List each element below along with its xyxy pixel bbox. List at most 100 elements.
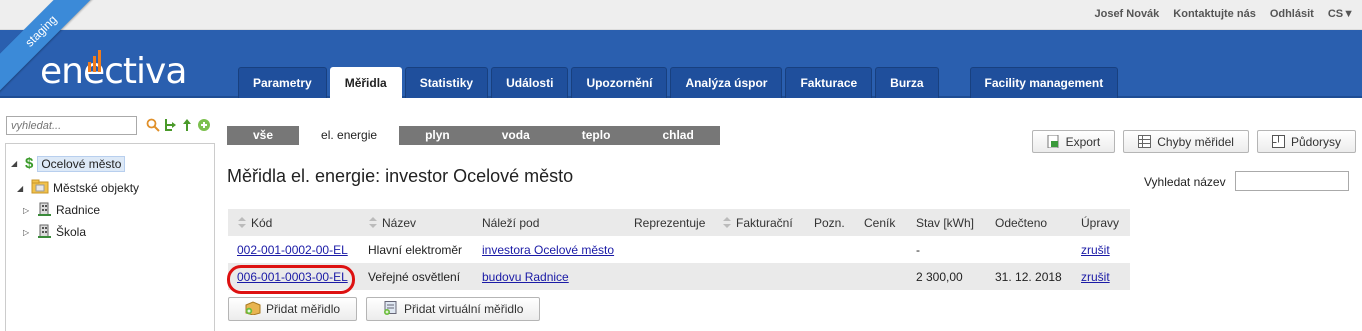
cell-parent: budovu Radnice (473, 263, 625, 290)
collapse-tree-icon[interactable] (180, 118, 194, 132)
top-links: Josef Novák Kontaktujte nás Odhlásit CS▼ (1094, 8, 1354, 20)
tab-fakturace[interactable]: Fakturace (785, 67, 873, 98)
add-virtual-meter-label: Přidat virtuální měřidlo (404, 302, 524, 316)
tree-node-mestske-objekty[interactable]: ◢ Městské objekty (17, 179, 139, 197)
building-icon (37, 223, 52, 241)
col-represents: Reprezentuje (625, 209, 713, 236)
action-buttons: Export Chyby měřidel Půdorysy (1031, 130, 1356, 153)
col-read-date: Odečteno (986, 209, 1072, 236)
meter-errors-button[interactable]: Chyby měřidel (1123, 130, 1249, 153)
expand-tree-icon[interactable] (163, 118, 177, 132)
contact-link[interactable]: Kontaktujte nás (1173, 8, 1256, 20)
tab-burza[interactable]: Burza (875, 67, 939, 98)
cell-edit: zrušit (1072, 263, 1130, 290)
cell-code: 002-001-0002-00-EL (228, 236, 359, 263)
cell-parent: investora Ocelové město (473, 236, 625, 263)
table-footer-buttons: Přidat měřidlo Přidat virtuální měřidlo (228, 297, 541, 321)
meter-code-link[interactable]: 006-001-0003-00-EL (237, 270, 348, 284)
logo-bars-icon (88, 42, 106, 72)
search-icon[interactable] (146, 118, 160, 132)
col-name[interactable]: Název (359, 209, 473, 236)
folder-icon (31, 179, 49, 197)
tree-node-label[interactable]: Městské objekty (53, 181, 139, 195)
sort-icon[interactable] (722, 216, 732, 228)
enectiva-logo[interactable]: enectiva (40, 51, 187, 92)
parent-link[interactable]: investora Ocelové město (482, 243, 614, 257)
cancel-meter-link[interactable]: zrušit (1081, 270, 1110, 284)
object-tree: ◢ $ Ocelové město ◢ Městské objekty ▷ Ra… (5, 143, 215, 331)
table-icon (1138, 135, 1152, 148)
dollar-icon: $ (25, 155, 34, 172)
top-utility-bar: Josef Novák Kontaktujte nás Odhlásit CS▼ (0, 0, 1362, 30)
cell-name: Hlavní elektroměr (359, 236, 473, 263)
add-meter-button[interactable]: Přidat měřidlo (228, 297, 358, 321)
tree-node-skola[interactable]: ▷ Škola (23, 223, 86, 241)
add-virtual-meter-button[interactable]: Přidat virtuální měřidlo (366, 297, 541, 321)
building-icon (37, 201, 52, 219)
filter-el-energie[interactable]: el. energie (299, 126, 400, 145)
cell-tariff (855, 236, 907, 263)
filter-voda[interactable]: voda (475, 126, 556, 145)
main-header: enectiva Parametry Měřidla Statistiky Ud… (0, 30, 1362, 100)
filter-plyn[interactable]: plyn (399, 126, 476, 145)
add-node-icon[interactable] (197, 118, 211, 132)
export-icon (1047, 134, 1060, 149)
cell-state: 2 300,00 (907, 263, 986, 290)
energy-filter-bar: vše el. energie plyn voda teplo chlad (227, 126, 720, 145)
filter-chlad[interactable]: chlad (636, 126, 720, 145)
tab-statistiky[interactable]: Statistiky (404, 67, 489, 98)
cell-represents (625, 263, 713, 290)
tree-node-label[interactable]: Ocelové město (37, 155, 126, 172)
filter-vse[interactable]: vše (227, 126, 300, 145)
collapse-toggle-icon[interactable]: ◢ (17, 184, 27, 193)
cell-code: 006-001-0003-00-EL (228, 263, 359, 290)
add-box-icon (245, 300, 261, 318)
tab-udalosti[interactable]: Události (491, 67, 569, 98)
export-button[interactable]: Export (1031, 130, 1116, 153)
cell-edit: zrušit (1072, 236, 1130, 263)
sort-icon[interactable] (368, 216, 378, 228)
cell-tariff (855, 263, 907, 290)
col-code[interactable]: Kód (228, 209, 359, 236)
tree-toolbar (146, 118, 211, 132)
language-select[interactable]: CS▼ (1328, 8, 1354, 20)
find-name-input[interactable] (1235, 171, 1349, 191)
tree-search (6, 116, 137, 135)
col-state: Stav [kWh] (907, 209, 986, 236)
add-meter-label: Přidat měřidlo (266, 302, 341, 316)
col-invoicing[interactable]: Fakturační (713, 209, 805, 236)
tab-analyza-uspor[interactable]: Analýza úspor (670, 67, 783, 98)
find-name-label: Vyhledat název (1144, 175, 1226, 189)
page-title: Měřidla el. energie: investor Ocelové mě… (227, 166, 574, 186)
table-header-row: Kód Název Náleží pod Reprezentuje Faktur… (228, 209, 1130, 236)
user-name-link[interactable]: Josef Novák (1094, 8, 1159, 20)
logout-link[interactable]: Odhlásit (1270, 8, 1314, 20)
col-edit: Úpravy (1072, 209, 1130, 236)
floor-plans-button[interactable]: Půdorysy (1256, 130, 1356, 153)
parent-link[interactable]: budovu Radnice (482, 270, 569, 284)
tab-parametry[interactable]: Parametry (238, 67, 327, 98)
table-row: 006-001-0003-00-EL Veřejné osvětlení bud… (228, 263, 1130, 290)
col-parent: Náleží pod (473, 209, 625, 236)
tree-node-radnice[interactable]: ▷ Radnice (23, 201, 100, 219)
tree-search-input[interactable] (6, 116, 137, 135)
collapse-toggle-icon[interactable]: ◢ (11, 159, 21, 168)
col-note: Pozn. (805, 209, 855, 236)
sort-icon[interactable] (237, 216, 247, 228)
col-tariff: Ceník (855, 209, 907, 236)
meter-code-link[interactable]: 002-001-0002-00-EL (237, 243, 348, 257)
tree-node-ocelove-mesto[interactable]: ◢ $ Ocelové město (11, 155, 126, 172)
cell-state: - (907, 236, 986, 263)
expand-toggle-icon[interactable]: ▷ (23, 206, 33, 215)
expand-toggle-icon[interactable]: ▷ (23, 228, 33, 237)
tab-meridla[interactable]: Měřidla (329, 67, 402, 100)
tree-node-label[interactable]: Škola (56, 225, 86, 239)
virtual-meter-icon (383, 300, 399, 318)
tree-node-label[interactable]: Radnice (56, 203, 100, 217)
cell-note (805, 236, 855, 263)
filter-teplo[interactable]: teplo (555, 126, 637, 145)
cell-represents (625, 236, 713, 263)
tab-facility-management[interactable]: Facility management (969, 67, 1119, 98)
tab-upozorneni[interactable]: Upozornění (571, 67, 668, 98)
cancel-meter-link[interactable]: zrušit (1081, 243, 1110, 257)
